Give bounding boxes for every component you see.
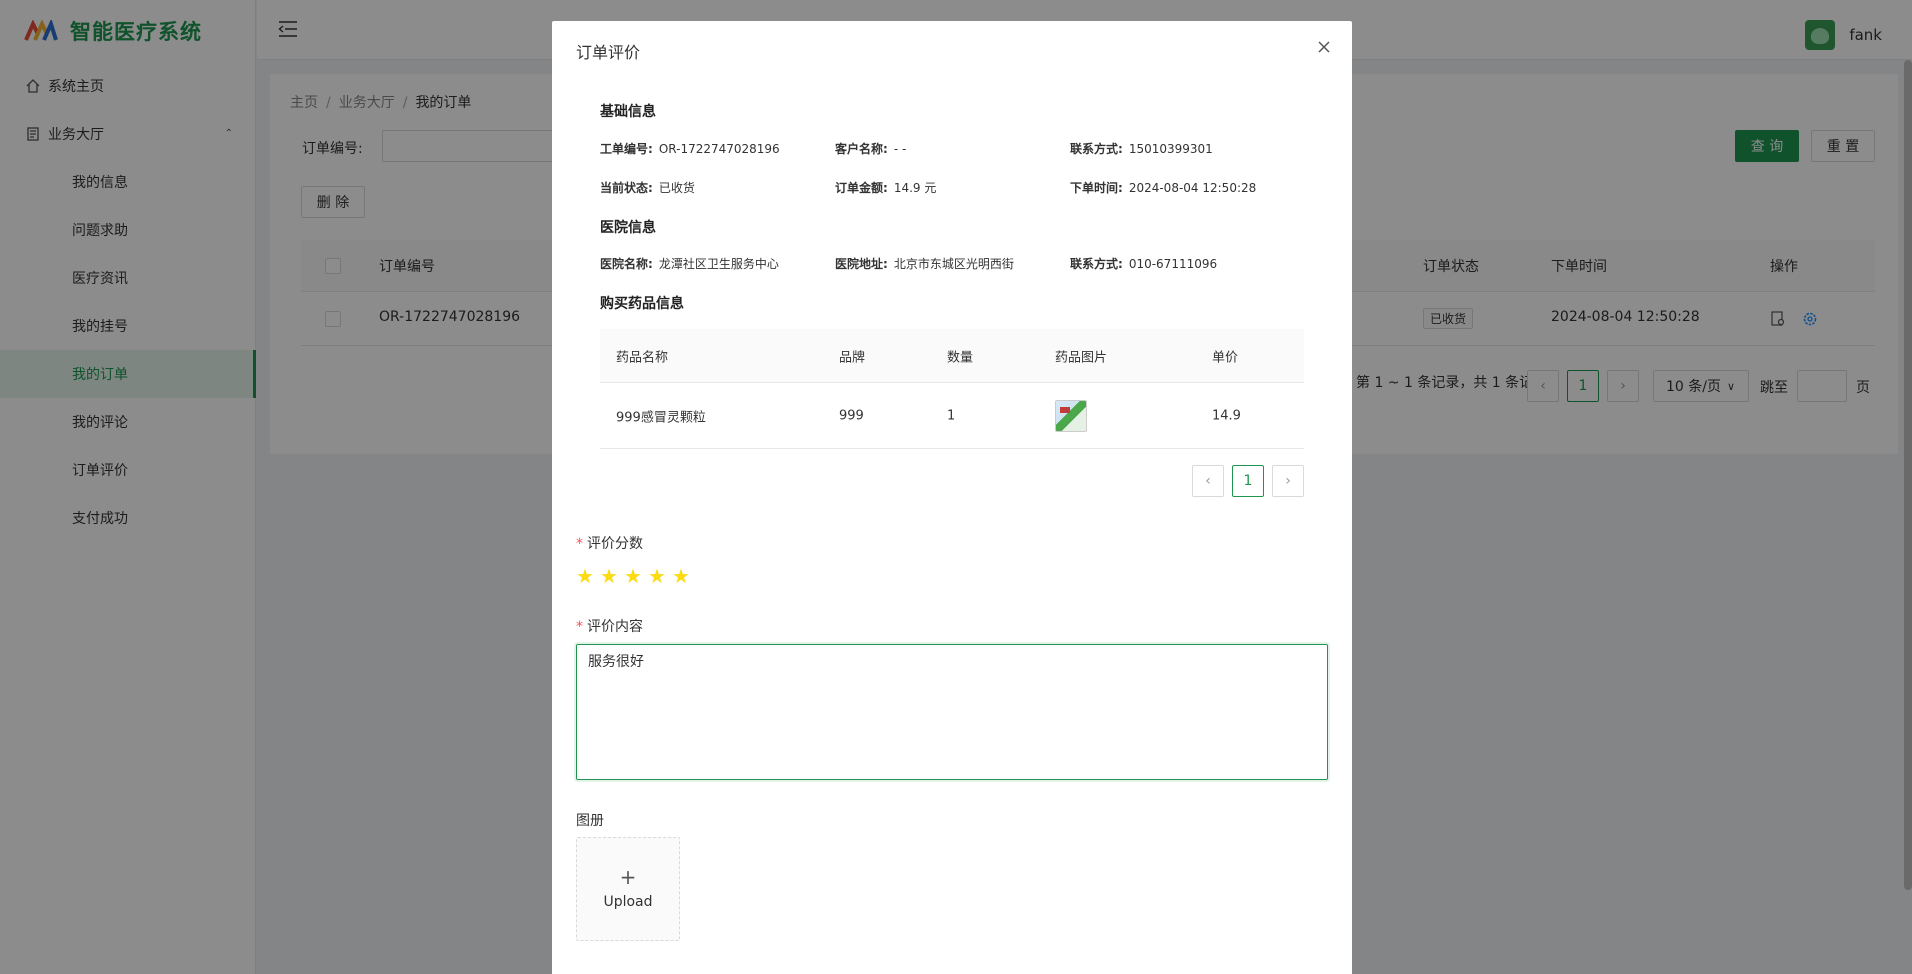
content-label: * 评价内容 xyxy=(576,619,643,635)
drug-quantity: 1 xyxy=(947,408,956,423)
drug-brand: 999 xyxy=(839,408,864,423)
drug-price: 14.9 xyxy=(1212,408,1241,423)
hospital-address: 医院地址: 北京市东城区光明西街 xyxy=(835,257,1014,271)
drugs-prev-page-button[interactable]: ‹ xyxy=(1192,465,1224,497)
close-icon[interactable] xyxy=(1316,39,1332,55)
modal-title: 订单评价 xyxy=(576,43,641,62)
hospital-name: 医院名称: 龙潭社区卫生服务中心 xyxy=(600,257,779,271)
drugs-table: 药品名称 品牌 数量 药品图片 单价 999感冒灵颗粒 999 1 14.9 xyxy=(600,329,1304,449)
drugs-table-header: 药品名称 品牌 数量 药品图片 单价 xyxy=(600,329,1304,383)
star-icon[interactable]: ★ xyxy=(576,566,594,586)
hospital-info-title: 医院信息 xyxy=(600,220,656,236)
column-brand: 品牌 xyxy=(839,350,866,365)
customer-name: 客户名称: - - xyxy=(835,142,907,156)
star-icon[interactable]: ★ xyxy=(648,566,666,586)
upload-label: Upload xyxy=(603,894,653,910)
star-icon[interactable]: ★ xyxy=(624,566,642,586)
album-label: 图册 xyxy=(576,813,604,829)
column-price: 单价 xyxy=(1212,350,1239,365)
column-image: 药品图片 xyxy=(1055,350,1108,365)
order-review-modal: 订单评价 基础信息 工单编号: OR-1722747028196 客户名称: - -… xyxy=(552,21,1352,974)
column-drug-name: 药品名称 xyxy=(616,350,669,365)
hospital-contact: 联系方式: 010-67111096 xyxy=(1070,257,1218,271)
rating-label: * 评价分数 xyxy=(576,536,643,552)
upload-button[interactable]: + Upload xyxy=(576,837,680,941)
current-status: 当前状态: 已收货 xyxy=(600,181,695,195)
table-row: 999感冒灵颗粒 999 1 14.9 xyxy=(600,383,1304,449)
customer-contact: 联系方式: 15010399301 xyxy=(1070,142,1213,156)
drug-name: 999感冒灵颗粒 xyxy=(616,410,706,425)
review-content-textarea[interactable]: 服务很好 xyxy=(576,644,1328,780)
order-amount: 订单金额: 14.9 元 xyxy=(835,181,937,195)
plus-icon: + xyxy=(619,865,637,889)
drug-image[interactable] xyxy=(1055,399,1087,432)
basic-info-title: 基础信息 xyxy=(600,104,656,120)
drugs-info-title: 购买药品信息 xyxy=(600,296,684,312)
rating-stars[interactable]: ★ ★ ★ ★ ★ xyxy=(576,566,696,586)
order-time: 下单时间: 2024-08-04 12:50:28 xyxy=(1070,181,1257,195)
drugs-next-page-button[interactable]: › xyxy=(1272,465,1304,497)
drugs-page-number-1[interactable]: 1 xyxy=(1232,465,1264,497)
column-quantity: 数量 xyxy=(947,350,974,365)
star-icon[interactable]: ★ xyxy=(672,566,690,586)
work-order-no: 工单编号: OR-1722747028196 xyxy=(600,142,780,156)
star-icon[interactable]: ★ xyxy=(600,566,618,586)
